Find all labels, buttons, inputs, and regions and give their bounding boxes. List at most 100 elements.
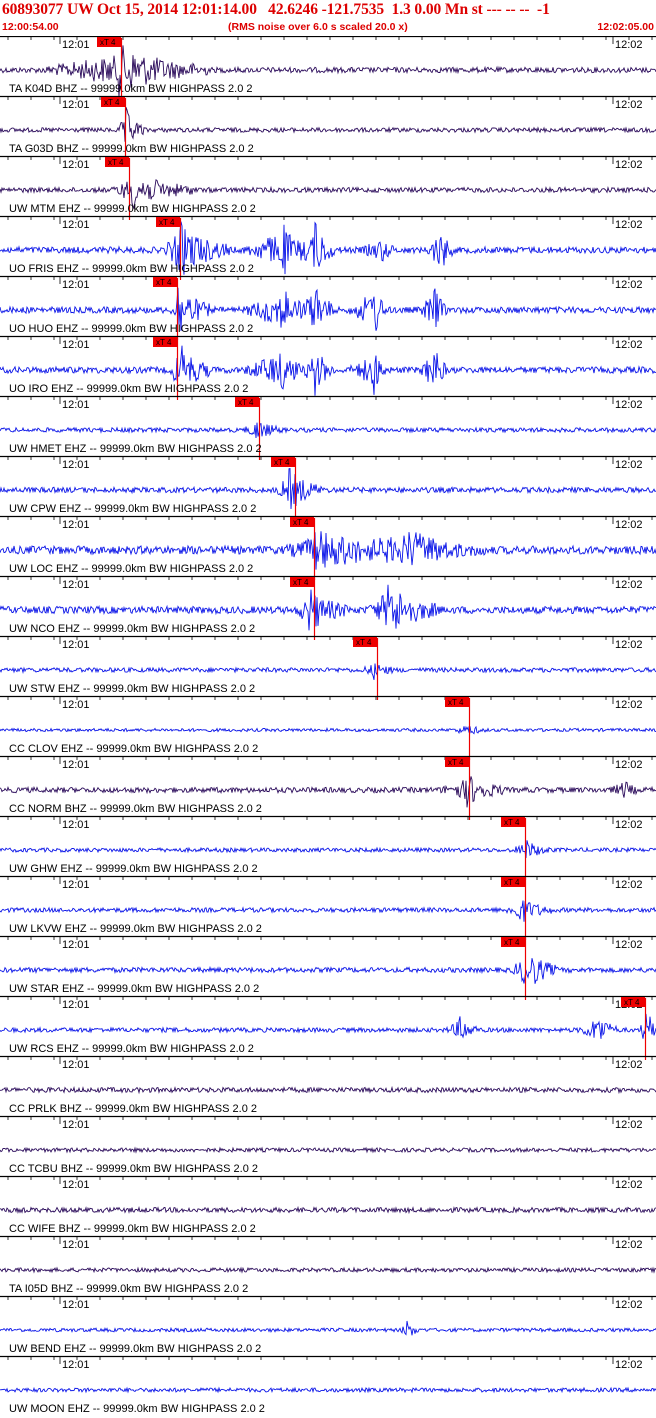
- trace-row: 12:01 12:02 TA I05D BHZ -- 99999.0km BW HI…: [0, 1235, 656, 1295]
- pick-label: xT 4: [624, 998, 640, 1007]
- time-tick-label: 12:02: [615, 579, 643, 591]
- time-tick-label: 12:02: [615, 1299, 643, 1311]
- station-label: UW MOON EHZ -- 99999.0km BW HIGHPASS 2.0…: [9, 1403, 265, 1415]
- pick-label: xT 4: [104, 98, 120, 107]
- trace-row: 12:01 12:02 xT 4 UO FRIS EHZ -- 99999.0km B…: [0, 215, 656, 280]
- station-label: CC CLOV EHZ -- 99999.0km BW HIGHPASS 2.0…: [9, 743, 258, 755]
- time-tick-label: 12:01: [62, 279, 90, 291]
- station-label: UW LOC EHZ -- 99999.0km BW HIGHPASS 2.0 …: [9, 563, 253, 575]
- station-label: UO HUO EHZ -- 99999.0km BW HIGHPASS 2.0 …: [9, 323, 253, 335]
- trace-row: 12:01 12:02 xT 4 UW STAR EHZ -- 99999.0km B…: [0, 935, 656, 1000]
- pick-label: xT 4: [156, 278, 172, 287]
- station-label: UW NCO EHZ -- 99999.0km BW HIGHPASS 2.0 …: [9, 623, 255, 635]
- waveform: [0, 1266, 656, 1274]
- trace-row: 12:01 12:02 xT 4 UW HMET EHZ -- 99999.0km B…: [0, 395, 656, 460]
- trace-row: 12:0112:02xT 4UW RCS EHZ -- 99999.0km BW…: [0, 995, 656, 1060]
- trace-row: 12:01 12:02 xT 4 UW LOC EHZ -- 99999.0km BW…: [0, 515, 656, 580]
- waveform: [0, 107, 656, 142]
- pick-label: xT 4: [448, 758, 464, 767]
- waveform: [0, 1320, 656, 1336]
- event-title: 60893077 UW Oct 15, 2014 12:01:14.00 42.…: [2, 1, 550, 18]
- trace-row: 12:01 12:02 xT 4 UO IRO EHZ -- 99999.0km BW…: [0, 335, 656, 400]
- station-label: TA I05D BHZ -- 99999.0km BW HIGHPASS 2.0…: [9, 1283, 248, 1295]
- station-label: TA G03D BHZ -- 99999.0km BW HIGHPASS 2.0…: [9, 143, 254, 155]
- trace-row: 12:01 12:02 xT 4 UW LKVW EHZ -- 99999.0km B…: [0, 875, 656, 940]
- station-label: UW CPW EHZ -- 99999.0km BW HIGHPASS 2.0 …: [9, 503, 256, 515]
- station-label: CC NORM BHZ -- 99999.0km BW HIGHPASS 2.0…: [9, 803, 262, 815]
- time-tick-label: 12:01: [62, 579, 90, 591]
- time-tick-label: 12:01: [62, 819, 90, 831]
- trace-row: 12:01 12:02 xT 4 CC CLOV EHZ -- 99999.0km B…: [0, 695, 656, 760]
- time-tick-label: 12:02: [615, 99, 643, 111]
- station-label: UO IRO EHZ -- 99999.0km BW HIGHPASS 2.0 …: [9, 383, 248, 395]
- pick-label: xT 4: [356, 638, 372, 647]
- waveform: [0, 840, 656, 859]
- time-tick-label: 12:01: [62, 219, 90, 231]
- time-tick-label: 12:01: [62, 399, 90, 411]
- time-tick-label: 12:02: [615, 39, 643, 51]
- station-label: UW BEND EHZ -- 99999.0km BW HIGHPASS 2.0…: [9, 1343, 261, 1355]
- time-tick-label: 12:02: [615, 699, 643, 711]
- trace-row: 12:01 12:02 xT 4 UW GHW EHZ -- 99999.0km BW…: [0, 815, 656, 880]
- pick-label: xT 4: [293, 518, 309, 527]
- station-label: CC WIFE BHZ -- 99999.0km BW HIGHPASS 2.0…: [9, 1223, 256, 1235]
- waveform: [0, 1085, 656, 1095]
- station-label: UW MTM EHZ -- 99999.0km BW HIGHPASS 2.0 …: [9, 203, 256, 215]
- pick-label: xT 4: [293, 578, 309, 587]
- pick-label: xT 4: [274, 458, 290, 467]
- pick-label: xT 4: [504, 938, 520, 947]
- time-tick-label: 12:01: [62, 999, 90, 1011]
- station-label: UW LKVW EHZ -- 99999.0km BW HIGHPASS 2.0…: [9, 923, 262, 935]
- trace-row: 12:01 12:02 xT 4 UO HUO EHZ -- 99999.0km BW…: [0, 275, 656, 340]
- time-tick-label: 12:02: [615, 459, 643, 471]
- time-tick-label: 12:01: [62, 1239, 90, 1251]
- seismogram-header: 60893077 UW Oct 15, 2014 12:01:14.00 42.…: [0, 0, 656, 36]
- time-tick-label: 12:01: [62, 939, 90, 951]
- waveform: [0, 1205, 656, 1215]
- pick-label: xT 4: [504, 878, 520, 887]
- time-tick-label: 12:01: [62, 459, 90, 471]
- pick-label: xT 4: [448, 698, 464, 707]
- trace-row: 12:01 12:02 CC PRLK BHZ -- 99999.0km BW HI…: [0, 1055, 656, 1115]
- time-tick-label: 12:02: [615, 1179, 643, 1191]
- waveform: [0, 422, 656, 439]
- time-tick-label: 12:01: [62, 99, 90, 111]
- pick-label: xT 4: [238, 398, 254, 407]
- pick-label: xT 4: [159, 218, 175, 227]
- time-tick-label: 12:02: [615, 639, 643, 651]
- time-tick-label: 12:01: [62, 759, 90, 771]
- trace-row: 12:01 12:02 UW BEND EHZ -- 99999.0km BW HI…: [0, 1295, 656, 1355]
- time-tick-label: 12:02: [615, 1059, 643, 1071]
- window-end-time: 12:02:05.00: [597, 21, 654, 33]
- trace-row: 12:01 12:02 xT 4 UW NCO EHZ -- 99999.0km BW…: [0, 575, 656, 640]
- time-tick-label: 12:02: [615, 819, 643, 831]
- station-label: UW STW EHZ -- 99999.0km BW HIGHPASS 2.0 …: [9, 683, 255, 695]
- pick-label: xT 4: [504, 818, 520, 827]
- pick-label: xT 4: [108, 158, 124, 167]
- trace-row: 12:01 12:02 UW MOON EHZ -- 99999.0km BW HI…: [0, 1355, 656, 1415]
- time-tick-label: 12:01: [62, 339, 90, 351]
- window-start-time: 12:00:54.00: [2, 21, 59, 33]
- trace-row: 12:01 12:02 xT 4 UW STW EHZ -- 99999.0km BW…: [0, 635, 656, 700]
- time-tick-label: 12:02: [615, 1239, 643, 1251]
- waveform: [0, 1386, 656, 1394]
- time-tick-label: 12:02: [615, 519, 643, 531]
- time-tick-label: 12:02: [615, 939, 643, 951]
- time-tick-label: 12:01: [62, 519, 90, 531]
- time-tick-label: 12:02: [615, 1359, 643, 1371]
- time-tick-label: 12:02: [615, 339, 643, 351]
- time-tick-label: 12:01: [62, 39, 90, 51]
- pick-label: xT 4: [156, 338, 172, 347]
- time-tick-label: 12:02: [615, 399, 643, 411]
- waveform: [0, 900, 656, 922]
- trace-row: 12:01 12:02 CC TCBU BHZ -- 99999.0km BW HI…: [0, 1115, 656, 1175]
- station-label: UW STAR EHZ -- 99999.0km BW HIGHPASS 2.0…: [9, 983, 259, 995]
- station-label: CC TCBU BHZ -- 99999.0km BW HIGHPASS 2.0…: [9, 1163, 258, 1175]
- waveform: [0, 958, 656, 984]
- rms-noise-note: (RMS noise over 6.0 s scaled 20.0 x): [228, 21, 408, 33]
- time-tick-label: 12:01: [62, 879, 90, 891]
- time-tick-label: 12:01: [62, 699, 90, 711]
- time-tick-label: 12:02: [615, 159, 643, 171]
- time-tick-label: 12:01: [62, 1359, 90, 1371]
- station-label: UW GHW EHZ -- 99999.0km BW HIGHPASS 2.0 …: [9, 863, 258, 875]
